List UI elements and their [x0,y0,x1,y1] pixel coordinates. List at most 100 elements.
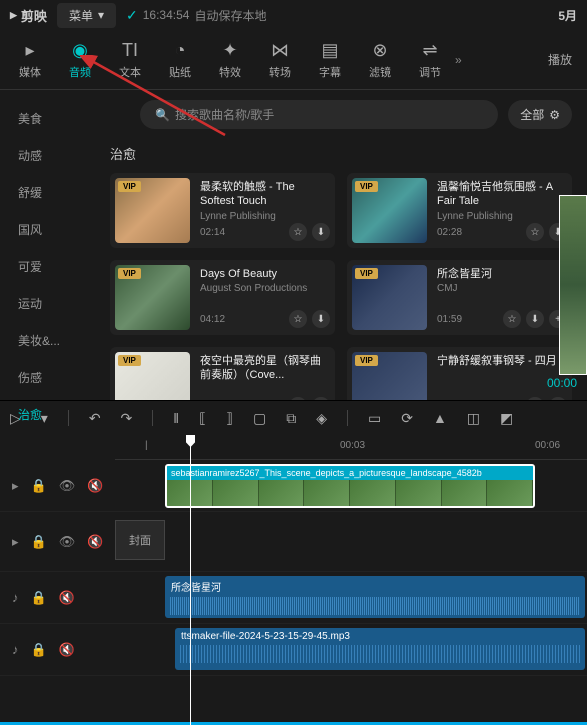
copy-tool[interactable]: ⧉ [286,410,296,427]
music-card[interactable]: VIP 温馨愉悦吉他氛围感 - A Fair Tale Lynne Publis… [347,173,572,248]
favorite-button[interactable]: ☆ [289,310,307,328]
download-button[interactable]: ⬇ [312,223,330,241]
redo-button[interactable]: ↷ [121,410,133,427]
music-card[interactable]: VIP 夜空中最亮的星（钢琴曲前奏版）（Cove... ☆ ⬇ [110,347,335,400]
sidebar-item-relax[interactable]: 舒缓 [0,174,95,211]
download-button[interactable]: ⬇ [312,397,330,400]
rect-tool[interactable]: ▭ [368,410,381,427]
mute-icon[interactable]: 🔇 [59,642,75,658]
tool-filter[interactable]: ⊗ 滤镜 [355,34,405,85]
music-thumbnail: VIP [115,265,190,330]
filter-icon: ⚙ [549,108,560,122]
sidebar-item-food[interactable]: 美食 [0,100,95,137]
favorite-button[interactable]: ☆ [503,310,521,328]
music-card[interactable]: VIP 宁静舒缓叙事钢琴 - 四月 ☆ ⬇ [347,347,572,400]
mute-icon[interactable]: 🔇 [87,534,103,550]
filter-label: 全部 [520,106,544,123]
rotate-tool[interactable]: ⟳ [401,410,413,427]
tool-filter-label: 滤镜 [369,64,391,80]
music-title: 所念皆星河 [437,267,567,281]
chevron-down-icon: ▾ [98,8,104,22]
download-button[interactable]: ⬇ [312,310,330,328]
sidebar-item-beauty[interactable]: 美妆&... [0,322,95,359]
transition-icon: ⋈ [271,39,289,61]
menu-button[interactable]: 菜单 ▾ [57,3,116,28]
playhead-line[interactable] [190,435,191,725]
tool-media[interactable]: ▸媒体 [5,34,55,85]
favorite-button[interactable]: ☆ [526,223,544,241]
split-tool[interactable]: ‖ [173,410,179,426]
track-toggle-icon[interactable]: ▸ [12,478,19,494]
music-card[interactable]: VIP Days Of Beauty August Son Production… [110,260,335,335]
music-title: Days Of Beauty [200,267,330,281]
sidebar-item-cute[interactable]: 可爱 [0,248,95,285]
vip-badge: VIP [118,181,141,192]
sidebar-item-sport[interactable]: 运动 [0,285,95,322]
favorite-button[interactable]: ☆ [289,397,307,400]
sidebar-item-dynamic[interactable]: 动感 [0,137,95,174]
mirror-tool[interactable]: ◈ [316,410,327,427]
crop-tool[interactable]: ◫ [467,410,480,427]
tool-text-label: 文本 [119,64,141,80]
eye-icon[interactable]: 👁 [59,534,76,550]
preview-label: 播放 [538,51,582,68]
music-card[interactable]: VIP 最柔软的触感 - The Softest Touch Lynne Pub… [110,173,335,248]
favorite-button[interactable]: ☆ [289,223,307,241]
download-button[interactable]: ⬇ [549,397,567,400]
music-duration: 01:59 [437,314,462,325]
audio-clip-1[interactable]: 所念皆星河 [165,576,585,618]
time-tick: 00:03 [340,440,365,451]
music-artist: Lynne Publishing [437,211,567,222]
vip-badge: VIP [355,355,378,366]
mute-icon[interactable]: 🔇 [87,478,103,494]
eye-icon[interactable]: 👁 [59,478,76,494]
trim-left-tool[interactable]: ⟦ [199,410,206,427]
sidebar-item-sad[interactable]: 伤感 [0,359,95,396]
tool-transition[interactable]: ⋈转场 [255,34,305,85]
sticker-icon: ◔ [175,39,186,61]
tool-sticker[interactable]: ◔贴纸 [155,34,205,85]
mute-icon[interactable]: 🔇 [59,590,75,606]
filter-icon: ⊗ [372,39,387,61]
sidebar-item-national[interactable]: 国风 [0,211,95,248]
search-input[interactable]: 🔍 搜索歌曲名称/歌手 [140,100,498,129]
time-tick: 00:06 [535,440,560,451]
music-card[interactable]: VIP 所念皆星河 CMJ 01:59 ☆ ⬇ + [347,260,572,335]
date-label: 5月 [558,7,577,24]
tool-audio[interactable]: ◉ 音频 [55,34,105,85]
text-icon: TI [122,39,138,61]
music-title: 温馨愉悦吉他氛围感 - A Fair Tale [437,180,567,209]
tool-subtitle[interactable]: ▤字幕 [305,34,355,85]
audio-clip-2-label: ttsmaker-file-2024-5-23-15-29-45.mp3 [175,628,585,645]
preview-thumbnail[interactable] [559,195,587,375]
crop2-tool[interactable]: ◩ [500,410,513,427]
lock-icon[interactable]: 🔒 [31,642,47,658]
tool-effects[interactable]: ✦特效 [205,34,255,85]
filter-button[interactable]: 全部 ⚙ [508,100,572,129]
lock-icon[interactable]: 🔒 [31,478,47,494]
delete-tool[interactable]: ▢ [253,410,266,427]
lock-icon[interactable]: 🔒 [31,590,47,606]
sidebar-item-healing[interactable]: 治愈 [0,396,95,433]
audio-clip-2[interactable]: ttsmaker-file-2024-5-23-15-29-45.mp3 [175,628,585,670]
favorite-button[interactable]: ☆ [526,397,544,400]
toolbar-more-icon[interactable]: » [455,53,462,67]
tool-adjust[interactable]: ⇌调节 [405,34,455,85]
tool-audio-label: 音频 [69,64,91,80]
cover-box[interactable]: 封面 [115,520,165,560]
music-thumbnail: VIP [352,178,427,243]
status-text: 自动保存本地 [194,7,266,24]
audio-track-icon[interactable]: ♪ [12,642,19,658]
trim-right-tool[interactable]: ⟧ [226,410,233,427]
flip-tool[interactable]: ▲ [433,410,447,426]
audio-track-icon[interactable]: ♪ [12,590,19,606]
video-clip[interactable]: sebastianramirez5267_This_scene_depicts_… [165,464,535,508]
lock-icon[interactable]: 🔒 [31,534,47,550]
track-toggle-icon[interactable]: ▸ [12,534,19,550]
time-ruler[interactable]: | 00:03 00:06 [115,435,587,460]
autosave-status: ✓ 16:34:54 自动保存本地 [126,7,266,24]
audio-icon: ◉ [72,39,88,61]
search-placeholder: 搜索歌曲名称/歌手 [175,106,274,123]
download-button[interactable]: ⬇ [526,310,544,328]
tool-text[interactable]: TI 文本 [105,34,155,85]
